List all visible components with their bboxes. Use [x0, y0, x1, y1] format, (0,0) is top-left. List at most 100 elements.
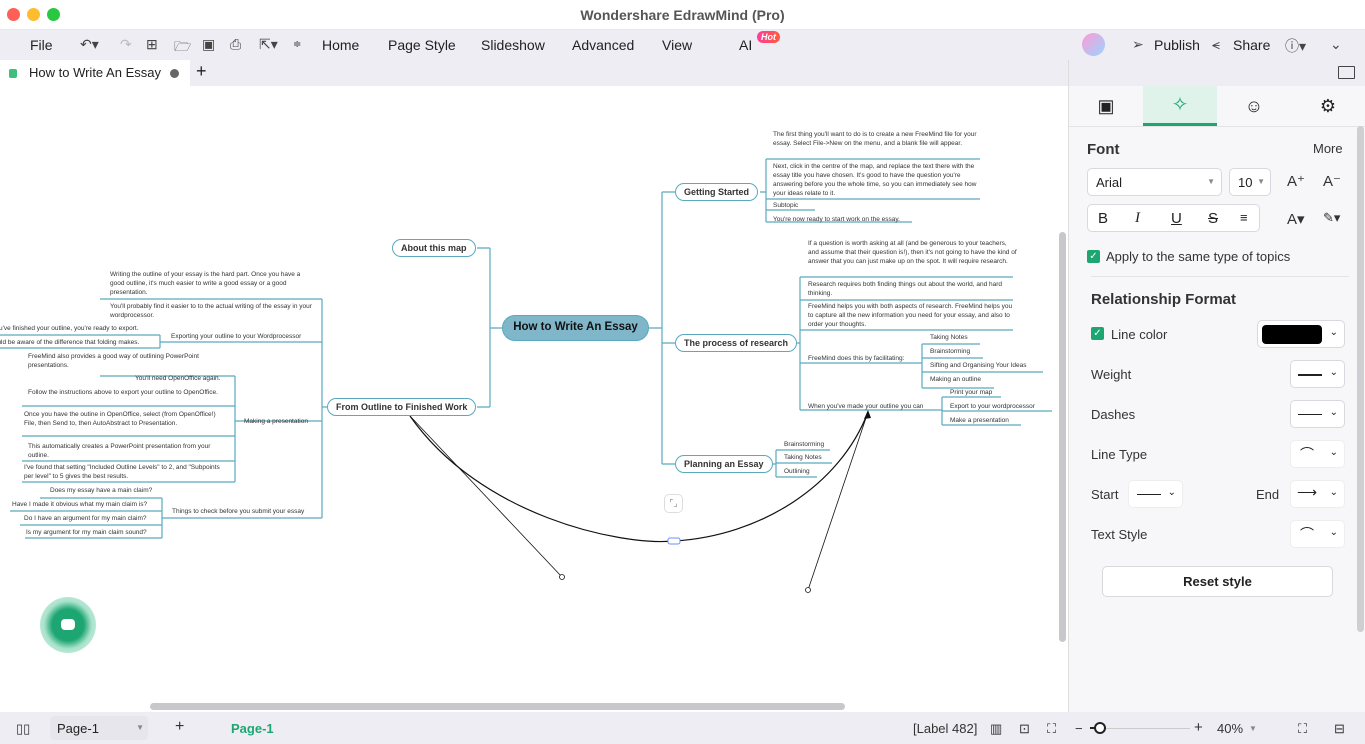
dashes-select[interactable]: ⌄ [1290, 400, 1345, 428]
zoom-slider-handle[interactable] [1094, 722, 1106, 734]
subtopic-checks[interactable]: Things to check before you submit your e… [172, 507, 304, 516]
subtopic[interactable]: Brainstorming [784, 440, 824, 449]
subtopic[interactable]: This automatically creates a PowerPoint … [28, 442, 233, 460]
menu-file[interactable]: File [30, 37, 53, 53]
subtopic[interactable]: Taking Notes [930, 333, 968, 342]
menu-ai[interactable]: AI [739, 37, 752, 53]
mindmap-canvas[interactable]: How to Write An Essay Getting Started Th… [0, 86, 1068, 712]
subtopic[interactable]: Sifting and Organising Your Ideas [930, 361, 1026, 370]
fullscreen-icon[interactable]: ⛶ [1298, 721, 1307, 737]
subtopic[interactable]: Taking Notes [784, 453, 822, 462]
export-icon[interactable]: ⇱▾ [259, 36, 278, 53]
font-size-select[interactable]: 10 ▼ [1229, 168, 1271, 196]
subtopic[interactable]: You're now ready to start work on the es… [773, 215, 900, 224]
add-tab-button[interactable]: + [196, 61, 207, 82]
subtopic[interactable]: Do I have an argument for my main claim? [24, 514, 146, 523]
subtopic[interactable]: Print your map [950, 388, 992, 397]
subtopic-presentation[interactable]: Making a presentation [244, 417, 308, 426]
help-icon[interactable]: ⓘ▾ [1285, 36, 1306, 56]
underline-icon[interactable]: U [1171, 210, 1182, 227]
text-style-select[interactable]: ⌒ ⌄ [1290, 520, 1345, 548]
tab-style[interactable]: ✧ [1143, 86, 1217, 126]
line-type-select[interactable]: ⌒ ⌄ [1290, 440, 1345, 468]
subtopic[interactable]: The first thing you'll want to do is to … [773, 130, 978, 148]
avatar[interactable] [1082, 33, 1105, 56]
subtopic[interactable]: You'll need OpenOffice again. [135, 374, 220, 383]
zoom-in-button[interactable]: + [1194, 719, 1203, 736]
tab-page-format[interactable]: ▣ [1069, 86, 1143, 126]
root-topic[interactable]: How to Write An Essay [502, 315, 649, 341]
document-tab[interactable]: How to Write An Essay [0, 60, 190, 86]
menu-advanced[interactable]: Advanced [572, 37, 634, 53]
add-page-button[interactable]: + [175, 718, 184, 736]
zoom-out-button[interactable]: − [1075, 721, 1083, 736]
strikethrough-icon[interactable]: S [1208, 210, 1218, 227]
subtopic[interactable]: I've found that setting "Included Outlin… [24, 463, 229, 481]
control-handle-1[interactable] [559, 574, 565, 580]
subtopic-outline-done[interactable]: When you've made your outline you can [808, 402, 923, 411]
subtopic[interactable]: Outlining [784, 467, 810, 476]
subtopic[interactable]: Brainstorming [930, 347, 970, 356]
publish-button[interactable]: Publish [1154, 37, 1200, 53]
subtopic[interactable]: Next, click in the centre of the map, an… [773, 162, 981, 198]
subtopic[interactable]: If a question is worth asking at all (an… [808, 239, 1018, 266]
subtopic[interactable]: ...ou've finished your outline, you're r… [0, 324, 138, 333]
fit-selection-icon[interactable]: ⌜⌟ [664, 494, 683, 513]
decrease-font-icon[interactable]: A⁻ [1323, 172, 1341, 190]
panel-scrollbar[interactable] [1357, 126, 1364, 632]
line-color-checkbox[interactable]: ✓ [1091, 327, 1104, 340]
fit-screen-icon[interactable]: ⛶ [1047, 721, 1056, 737]
subtopic[interactable]: Is my argument for my main claim sound? [26, 528, 147, 537]
topic-about[interactable]: About this map [392, 239, 476, 257]
save-icon[interactable]: ▣ [202, 36, 215, 53]
subtopic-facilitating[interactable]: FreeMind does this by facilitating: [808, 354, 904, 363]
tab-settings[interactable]: ⚙ [1291, 86, 1365, 126]
topic-planning[interactable]: Planning an Essay [675, 455, 773, 473]
zoom-slider[interactable] [1090, 722, 1190, 734]
topic-getting-started[interactable]: Getting Started [675, 183, 759, 201]
topic-research[interactable]: The process of research [675, 334, 798, 352]
subtopic[interactable]: Follow the instructions above to export … [28, 388, 223, 397]
subtopic[interactable]: Make a presentation [950, 416, 1009, 425]
subtopic[interactable]: ...uld be aware of the difference that f… [0, 338, 139, 347]
subtopic[interactable]: Once you have the outine in OpenOffice, … [24, 410, 224, 428]
vertical-scrollbar[interactable] [1059, 232, 1066, 642]
chevron-down-icon[interactable]: ▼ [1249, 724, 1257, 733]
print-icon[interactable]: ⎙ [230, 36, 241, 53]
subtopic[interactable]: Research requires both finding things ou… [808, 280, 1013, 298]
line-color-select[interactable]: ⌄ [1257, 320, 1345, 348]
subtopic-exporting[interactable]: Exporting your outline to your Wordproce… [171, 332, 301, 341]
highlight-icon[interactable]: ✎▾ [1323, 210, 1340, 226]
page-tab[interactable]: Page-1 [231, 721, 274, 736]
subtopic[interactable]: FreeMind helps you with both aspects of … [808, 302, 1013, 329]
weight-select[interactable]: ⌄ [1290, 360, 1345, 388]
menu-view[interactable]: View [662, 37, 692, 53]
subtopic[interactable]: You'll probably find it easier to to the… [110, 302, 315, 320]
reset-style-button[interactable]: Reset style [1102, 566, 1333, 597]
menu-page-style[interactable]: Page Style [388, 37, 456, 53]
subtopic[interactable]: Does my essay have a main claim? [50, 486, 152, 495]
horizontal-scrollbar[interactable] [150, 703, 845, 710]
bold-icon[interactable]: B [1098, 210, 1108, 227]
redo-icon[interactable]: ↷ [120, 36, 132, 53]
new-file-icon[interactable]: ⊞ [146, 36, 158, 53]
fit-page-icon[interactable]: ⊡ [1019, 721, 1030, 737]
subtopic[interactable]: Making an outline [930, 375, 981, 384]
book-view-icon[interactable]: ▥ [990, 721, 1002, 737]
subtopic[interactable]: Export to your wordprocessor [950, 402, 1035, 411]
share-button[interactable]: Share [1233, 37, 1270, 53]
zoom-level[interactable]: 40% [1217, 721, 1243, 736]
fit-width-icon[interactable]: ⊟ [1334, 721, 1345, 737]
subtopic[interactable]: FreeMind also provides a good way of out… [28, 352, 228, 370]
page-list-icon[interactable]: ▯▯ [16, 721, 30, 737]
align-icon[interactable]: ≡ [1240, 210, 1248, 225]
end-select[interactable]: ⟶ ⌄ [1290, 480, 1345, 508]
italic-icon[interactable]: I [1135, 210, 1140, 227]
menu-slideshow[interactable]: Slideshow [481, 37, 545, 53]
more-link[interactable]: More [1313, 141, 1343, 156]
tab-icons[interactable]: ☺ [1217, 86, 1291, 126]
font-family-select[interactable]: Arial ▼ [1087, 168, 1222, 196]
menu-home[interactable]: Home [322, 37, 359, 53]
increase-font-icon[interactable]: A⁺ [1287, 172, 1305, 190]
ai-assistant-button[interactable] [40, 597, 96, 653]
